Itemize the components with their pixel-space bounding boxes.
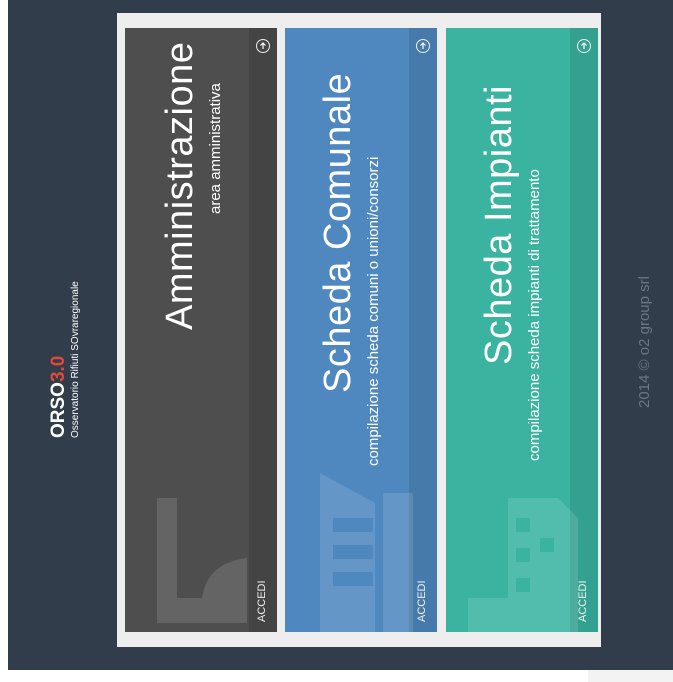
card-title: Amministrazione [159, 41, 201, 330]
brand-version: 3.0 [48, 355, 69, 383]
arrow-up-circle-icon[interactable] [416, 39, 430, 53]
card-subtitle: area amministrativa [207, 83, 224, 214]
arrow-up-circle-icon[interactable] [256, 39, 270, 53]
brand-subtitle: Osservatorio Rifiuti SOvraregionale [70, 281, 81, 438]
card-title: Scheda Impianti [478, 85, 520, 365]
accedi-link[interactable]: ACCEDI [256, 580, 268, 622]
accedi-link[interactable]: ACCEDI [577, 580, 589, 622]
card-amministrazione[interactable]: Amministrazione area amministrativa ACCE… [125, 28, 277, 632]
town-hall-icon [320, 473, 413, 632]
card-scheda-impianti[interactable]: Scheda Impianti compilazione scheda impi… [446, 28, 598, 632]
card-subtitle: compilazione scheda impianti di trattame… [526, 169, 543, 461]
brand: ORSO3.0 Osservatorio Rifiuti SOvraregion… [48, 281, 81, 438]
card-title: Scheda Comunale [317, 72, 359, 393]
card-scheda-comunale[interactable]: Scheda Comunale compilazione scheda comu… [285, 28, 437, 632]
arrow-up-circle-icon[interactable] [577, 39, 591, 53]
accedi-link[interactable]: ACCEDI [416, 580, 428, 622]
brand-title: ORSO3.0 [48, 281, 70, 438]
card-subtitle: compilazione scheda comuni o unioni/cons… [365, 156, 382, 466]
cards-panel: Amministrazione area amministrativa ACCE… [117, 13, 601, 647]
corner-tab [588, 670, 673, 682]
brand-name: ORSO [48, 382, 69, 438]
document-icon [157, 498, 247, 623]
app-frame: ORSO3.0 Osservatorio Rifiuti SOvraregion… [8, 0, 673, 670]
factory-icon [468, 498, 578, 632]
copyright-text: 2014 © o2 group srl [636, 276, 653, 408]
